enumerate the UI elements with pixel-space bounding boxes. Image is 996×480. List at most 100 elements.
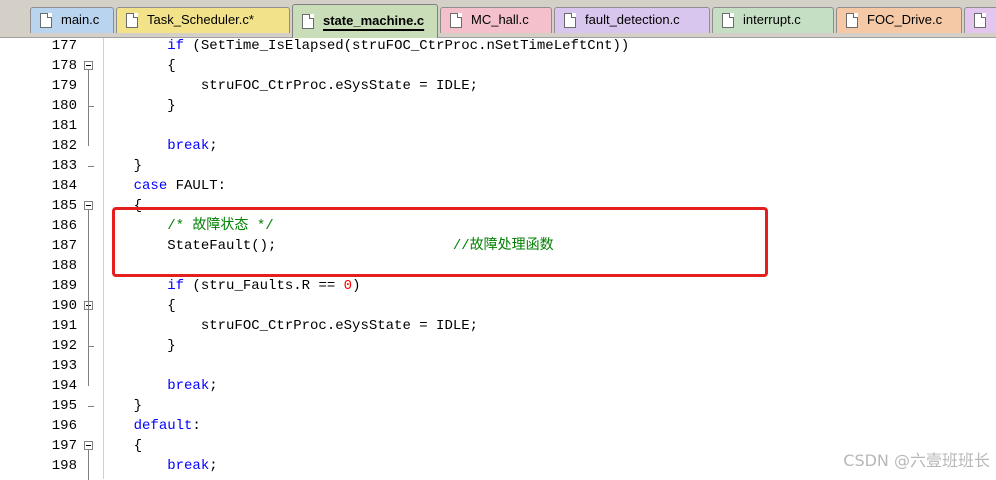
- tab-main-c[interactable]: main.c: [30, 7, 114, 33]
- code-token: {: [100, 58, 176, 74]
- code-token: ;: [209, 458, 218, 474]
- tab-state-machine-c[interactable]: state_machine.c: [292, 4, 438, 38]
- fold-end-marker: [88, 166, 94, 167]
- keyword-token: default: [133, 418, 193, 434]
- code-text: break;: [100, 376, 218, 396]
- code-line: 195 }: [0, 396, 996, 416]
- code-token: }: [100, 158, 143, 174]
- tab-label: main.c: [61, 12, 100, 27]
- keyword-token: break: [167, 378, 210, 394]
- tab-interrupt-c[interactable]: interrupt.c: [712, 7, 834, 33]
- code-line: 190 {: [0, 296, 996, 316]
- code-text: break;: [100, 136, 218, 156]
- tab-mc-hall-c[interactable]: MC_hall.c: [440, 7, 552, 33]
- file-icon: [564, 13, 576, 28]
- file-icon: [302, 14, 314, 29]
- line-number: 178: [51, 58, 77, 74]
- code-text: {: [100, 436, 142, 456]
- line-number: 191: [51, 318, 77, 334]
- code-text: if (stru_Faults.R == 0): [100, 276, 360, 296]
- code-token: :: [192, 418, 201, 434]
- code-text: }: [100, 336, 176, 356]
- keyword-token: case: [133, 178, 168, 194]
- code-text: break;: [100, 456, 218, 476]
- line-number: 192: [51, 338, 77, 354]
- tab-label: MC_hall.c: [471, 12, 529, 27]
- code-text: case FAULT:: [100, 176, 226, 196]
- line-number: 183: [51, 158, 77, 174]
- number-token: 0: [343, 278, 353, 294]
- code-token: {: [100, 438, 143, 454]
- tab-label: interrupt.c: [743, 12, 801, 27]
- code-text: }: [100, 396, 142, 416]
- tab-label: fault_detection.c: [585, 12, 680, 27]
- code-token: FAULT:: [167, 178, 227, 194]
- line-number: 185: [51, 198, 77, 214]
- line-number: 177: [51, 38, 77, 54]
- fold-collapse-icon[interactable]: [84, 61, 93, 70]
- code-line: 193: [0, 356, 996, 376]
- code-line: 180 }: [0, 96, 996, 116]
- code-token: ): [352, 278, 361, 294]
- code-line: 191 struFOC_CtrProc.eSysState = IDLE;: [0, 316, 996, 336]
- code-token: ;: [209, 378, 218, 394]
- line-number: 186: [51, 218, 77, 234]
- code-line: 183 }: [0, 156, 996, 176]
- code-token: struFOC_CtrProc.eSysState = IDLE;: [100, 78, 479, 94]
- code-line: 194 break;: [0, 376, 996, 396]
- keyword-token: break: [167, 458, 210, 474]
- code-line: 181: [0, 116, 996, 136]
- code-token: {: [100, 298, 176, 314]
- code-token: (stru_Faults.R ==: [184, 278, 344, 294]
- code-token: }: [100, 338, 176, 354]
- code-text: struFOC_CtrProc.eSysState = IDLE;: [100, 76, 478, 96]
- fold-collapse-icon[interactable]: [84, 201, 93, 210]
- code-text: }: [100, 156, 142, 176]
- tab-overflow[interactable]: [964, 7, 996, 33]
- line-number: 188: [51, 258, 77, 274]
- code-token: struFOC_CtrProc.eSysState = IDLE;: [100, 318, 479, 334]
- line-number: 196: [51, 418, 77, 434]
- line-number: 187: [51, 238, 77, 254]
- line-number: 197: [51, 438, 77, 454]
- line-number: 181: [51, 118, 77, 134]
- watermark: CSDN @六壹班班长: [843, 451, 990, 470]
- keyword-token: if: [167, 278, 185, 294]
- code-line: 177 if (SetTime_IsElapsed(struFOC_CtrPro…: [0, 36, 996, 56]
- fold-guide-line: [88, 450, 89, 480]
- line-number: 189: [51, 278, 77, 294]
- file-icon: [450, 13, 462, 28]
- code-text: {: [100, 296, 176, 316]
- keyword-token: if: [167, 38, 185, 54]
- code-line: 182 break;: [0, 136, 996, 156]
- tab-foc-drive-c[interactable]: FOC_Drive.c: [836, 7, 962, 33]
- line-number: 180: [51, 98, 77, 114]
- fold-guide-line: [88, 310, 89, 351]
- line-number: 194: [51, 378, 77, 394]
- file-icon: [846, 13, 858, 28]
- code-token: ;: [209, 138, 218, 154]
- fold-end-marker: [88, 406, 94, 407]
- code-text: default:: [100, 416, 201, 436]
- code-text: }: [100, 96, 176, 116]
- fold-collapse-icon[interactable]: [84, 441, 93, 450]
- code-text: struFOC_CtrProc.eSysState = IDLE;: [100, 316, 478, 336]
- file-icon: [722, 13, 734, 28]
- line-number: 195: [51, 398, 77, 414]
- file-icon: [974, 13, 986, 28]
- code-token: (SetTime_IsElapsed(struFOC_CtrProc.nSetT…: [184, 38, 630, 54]
- tab-fault-detection-c[interactable]: fault_detection.c: [554, 7, 710, 33]
- line-number: 184: [51, 178, 77, 194]
- code-token: }: [100, 398, 143, 414]
- tab-label: state_machine.c: [323, 13, 425, 28]
- code-line: 196 default:: [0, 416, 996, 436]
- fold-guide-line: [88, 70, 89, 111]
- code-token: }: [100, 98, 176, 114]
- line-number: 182: [51, 138, 77, 154]
- tab-task-scheduler-c[interactable]: Task_Scheduler.c*: [116, 7, 290, 33]
